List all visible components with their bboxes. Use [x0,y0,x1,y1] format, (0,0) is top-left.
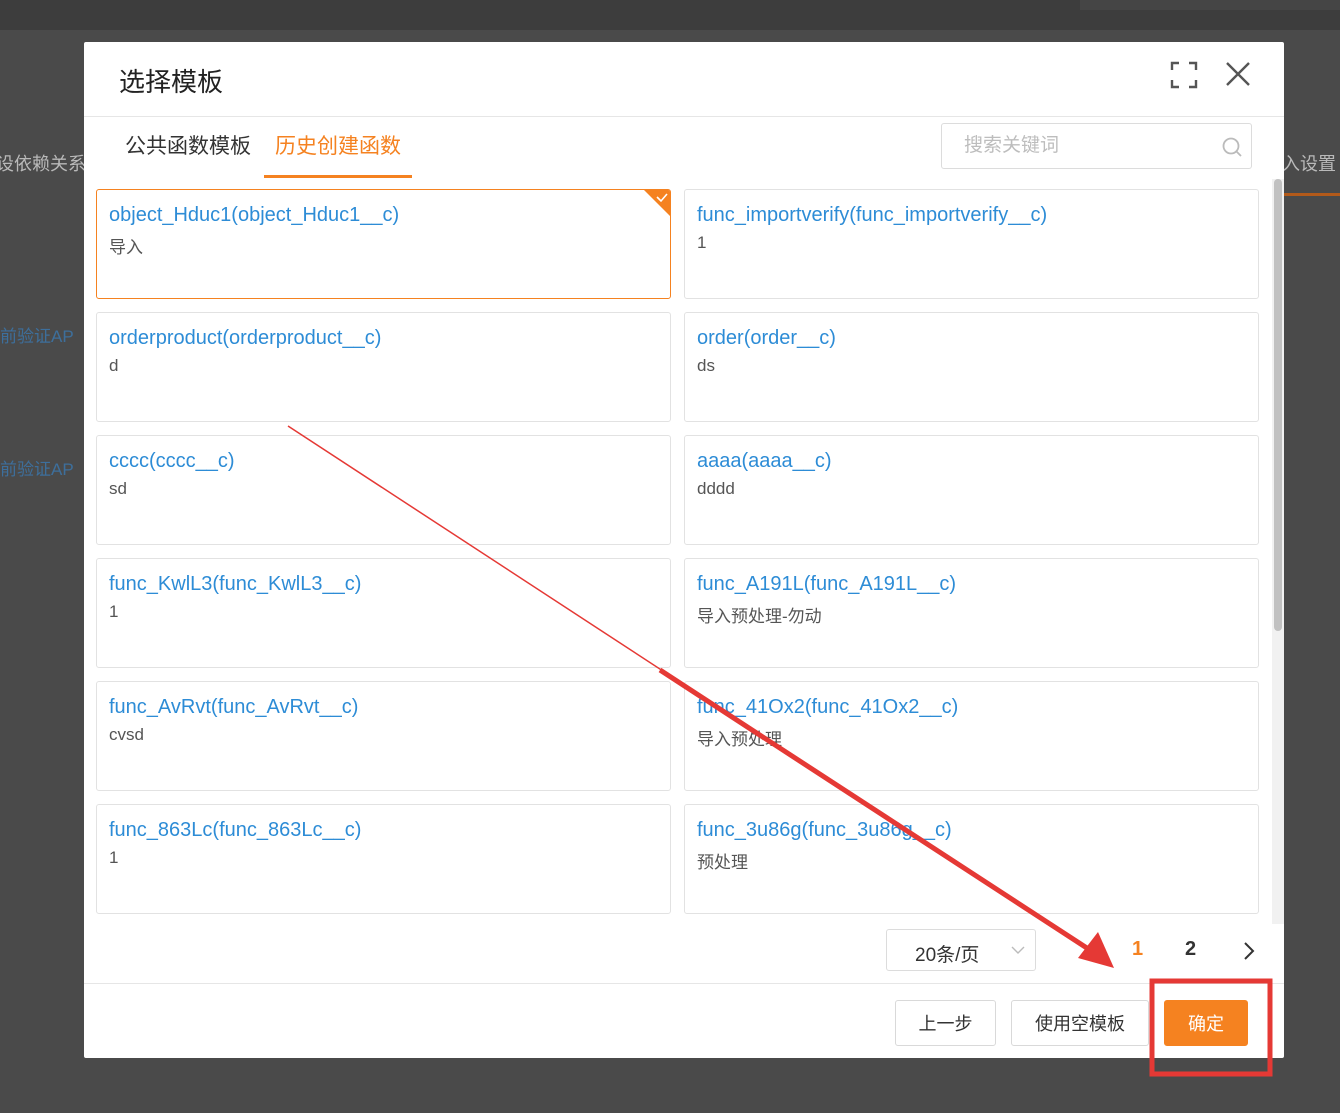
card-description: 导入预处理 [697,730,782,749]
template-card[interactable]: func_3u86g(func_3u86g__c) 预处理 [684,804,1259,914]
previous-step-button[interactable]: 上一步 [895,1000,996,1046]
card-title: order(order__c) [697,327,836,349]
template-card[interactable]: cccc(cccc__c) sd [96,435,671,545]
card-description: 导入预处理-勿动 [697,607,822,626]
card-description: dddd [697,479,735,498]
card-description: 1 [697,233,707,252]
card-title: func_AvRvt(func_AvRvt__c) [109,696,359,718]
background-top-bar-right [1080,0,1340,10]
card-title: object_Hduc1(object_Hduc1__c) [109,204,400,226]
page-number-2[interactable]: 2 [1185,938,1196,961]
search-box [941,123,1252,169]
search-icon[interactable] [1221,136,1243,158]
tab-public-templates[interactable]: 公共函数模板 [114,117,262,175]
scrollbar-thumb[interactable] [1274,179,1282,631]
fullscreen-icon[interactable] [1168,59,1200,91]
card-description: 预处理 [697,853,748,872]
template-card[interactable]: orderproduct(orderproduct__c) d [96,312,671,422]
background-label-settings: 入设置 [1282,154,1336,174]
card-description: sd [109,479,127,498]
chevron-right-icon[interactable] [1238,940,1260,962]
card-description: cvsd [109,725,144,744]
confirm-button[interactable]: 确定 [1164,1000,1248,1046]
card-description: 1 [109,848,119,867]
tab-history-functions[interactable]: 历史创建函数 [264,117,412,178]
page-size-label: 20条/页 [915,945,980,966]
template-card[interactable]: order(order__c) ds [684,312,1259,422]
search-input[interactable] [942,124,1212,168]
template-card[interactable]: func_AvRvt(func_AvRvt__c) cvsd [96,681,671,791]
template-card[interactable]: aaaa(aaaa__c) dddd [684,435,1259,545]
template-card[interactable]: func_41Ox2(func_41Ox2__c) 导入预处理 [684,681,1259,791]
modal-header: 选择模板 [84,42,1284,117]
card-description: 导入 [109,238,143,257]
modal-title: 选择模板 [119,67,224,97]
chevron-down-icon [1011,946,1025,954]
background-link-validate-2: 前验证AP [0,460,74,479]
page-size-select[interactable]: 20条/页 [886,929,1036,971]
use-empty-template-button[interactable]: 使用空模板 [1011,1000,1149,1046]
card-title: orderproduct(orderproduct__c) [109,327,382,349]
card-title: func_KwlL3(func_KwlL3__c) [109,573,362,595]
card-title: func_3u86g(func_3u86g__c) [697,819,952,841]
card-title: cccc(cccc__c) [109,450,235,472]
card-title: func_importverify(func_importverify__c) [697,204,1048,226]
template-card[interactable]: func_863Lc(func_863Lc__c) 1 [96,804,671,914]
card-title: aaaa(aaaa__c) [697,450,832,472]
select-template-modal: 选择模板 公共函数模板 历史创建函数 object_Hduc1(object_H… [84,42,1284,1058]
background-link-validate-1: 前验证AP [0,327,74,346]
template-card[interactable]: func_A191L(func_A191L__c) 导入预处理-勿动 [684,558,1259,668]
card-title: func_41Ox2(func_41Ox2__c) [697,696,959,718]
card-title: func_863Lc(func_863Lc__c) [109,819,362,841]
template-card[interactable]: func_KwlL3(func_KwlL3__c) 1 [96,558,671,668]
page-number-1[interactable]: 1 [1132,938,1143,961]
card-description: ds [697,356,715,375]
card-title: func_A191L(func_A191L__c) [697,573,957,595]
card-list-scrollbar[interactable] [1272,179,1284,924]
card-description: d [109,356,119,375]
template-card[interactable]: func_importverify(func_importverify__c) … [684,189,1259,299]
close-icon[interactable] [1222,58,1254,90]
background-label-dependency: 设依赖关系 [0,154,86,174]
template-card[interactable]: object_Hduc1(object_Hduc1__c) 导入 [96,189,671,299]
background-tab-underline [1284,193,1340,196]
selected-check-icon [644,190,670,216]
card-description: 1 [109,602,119,621]
template-card-list: object_Hduc1(object_Hduc1__c) 导入 func_im… [96,189,1260,914]
